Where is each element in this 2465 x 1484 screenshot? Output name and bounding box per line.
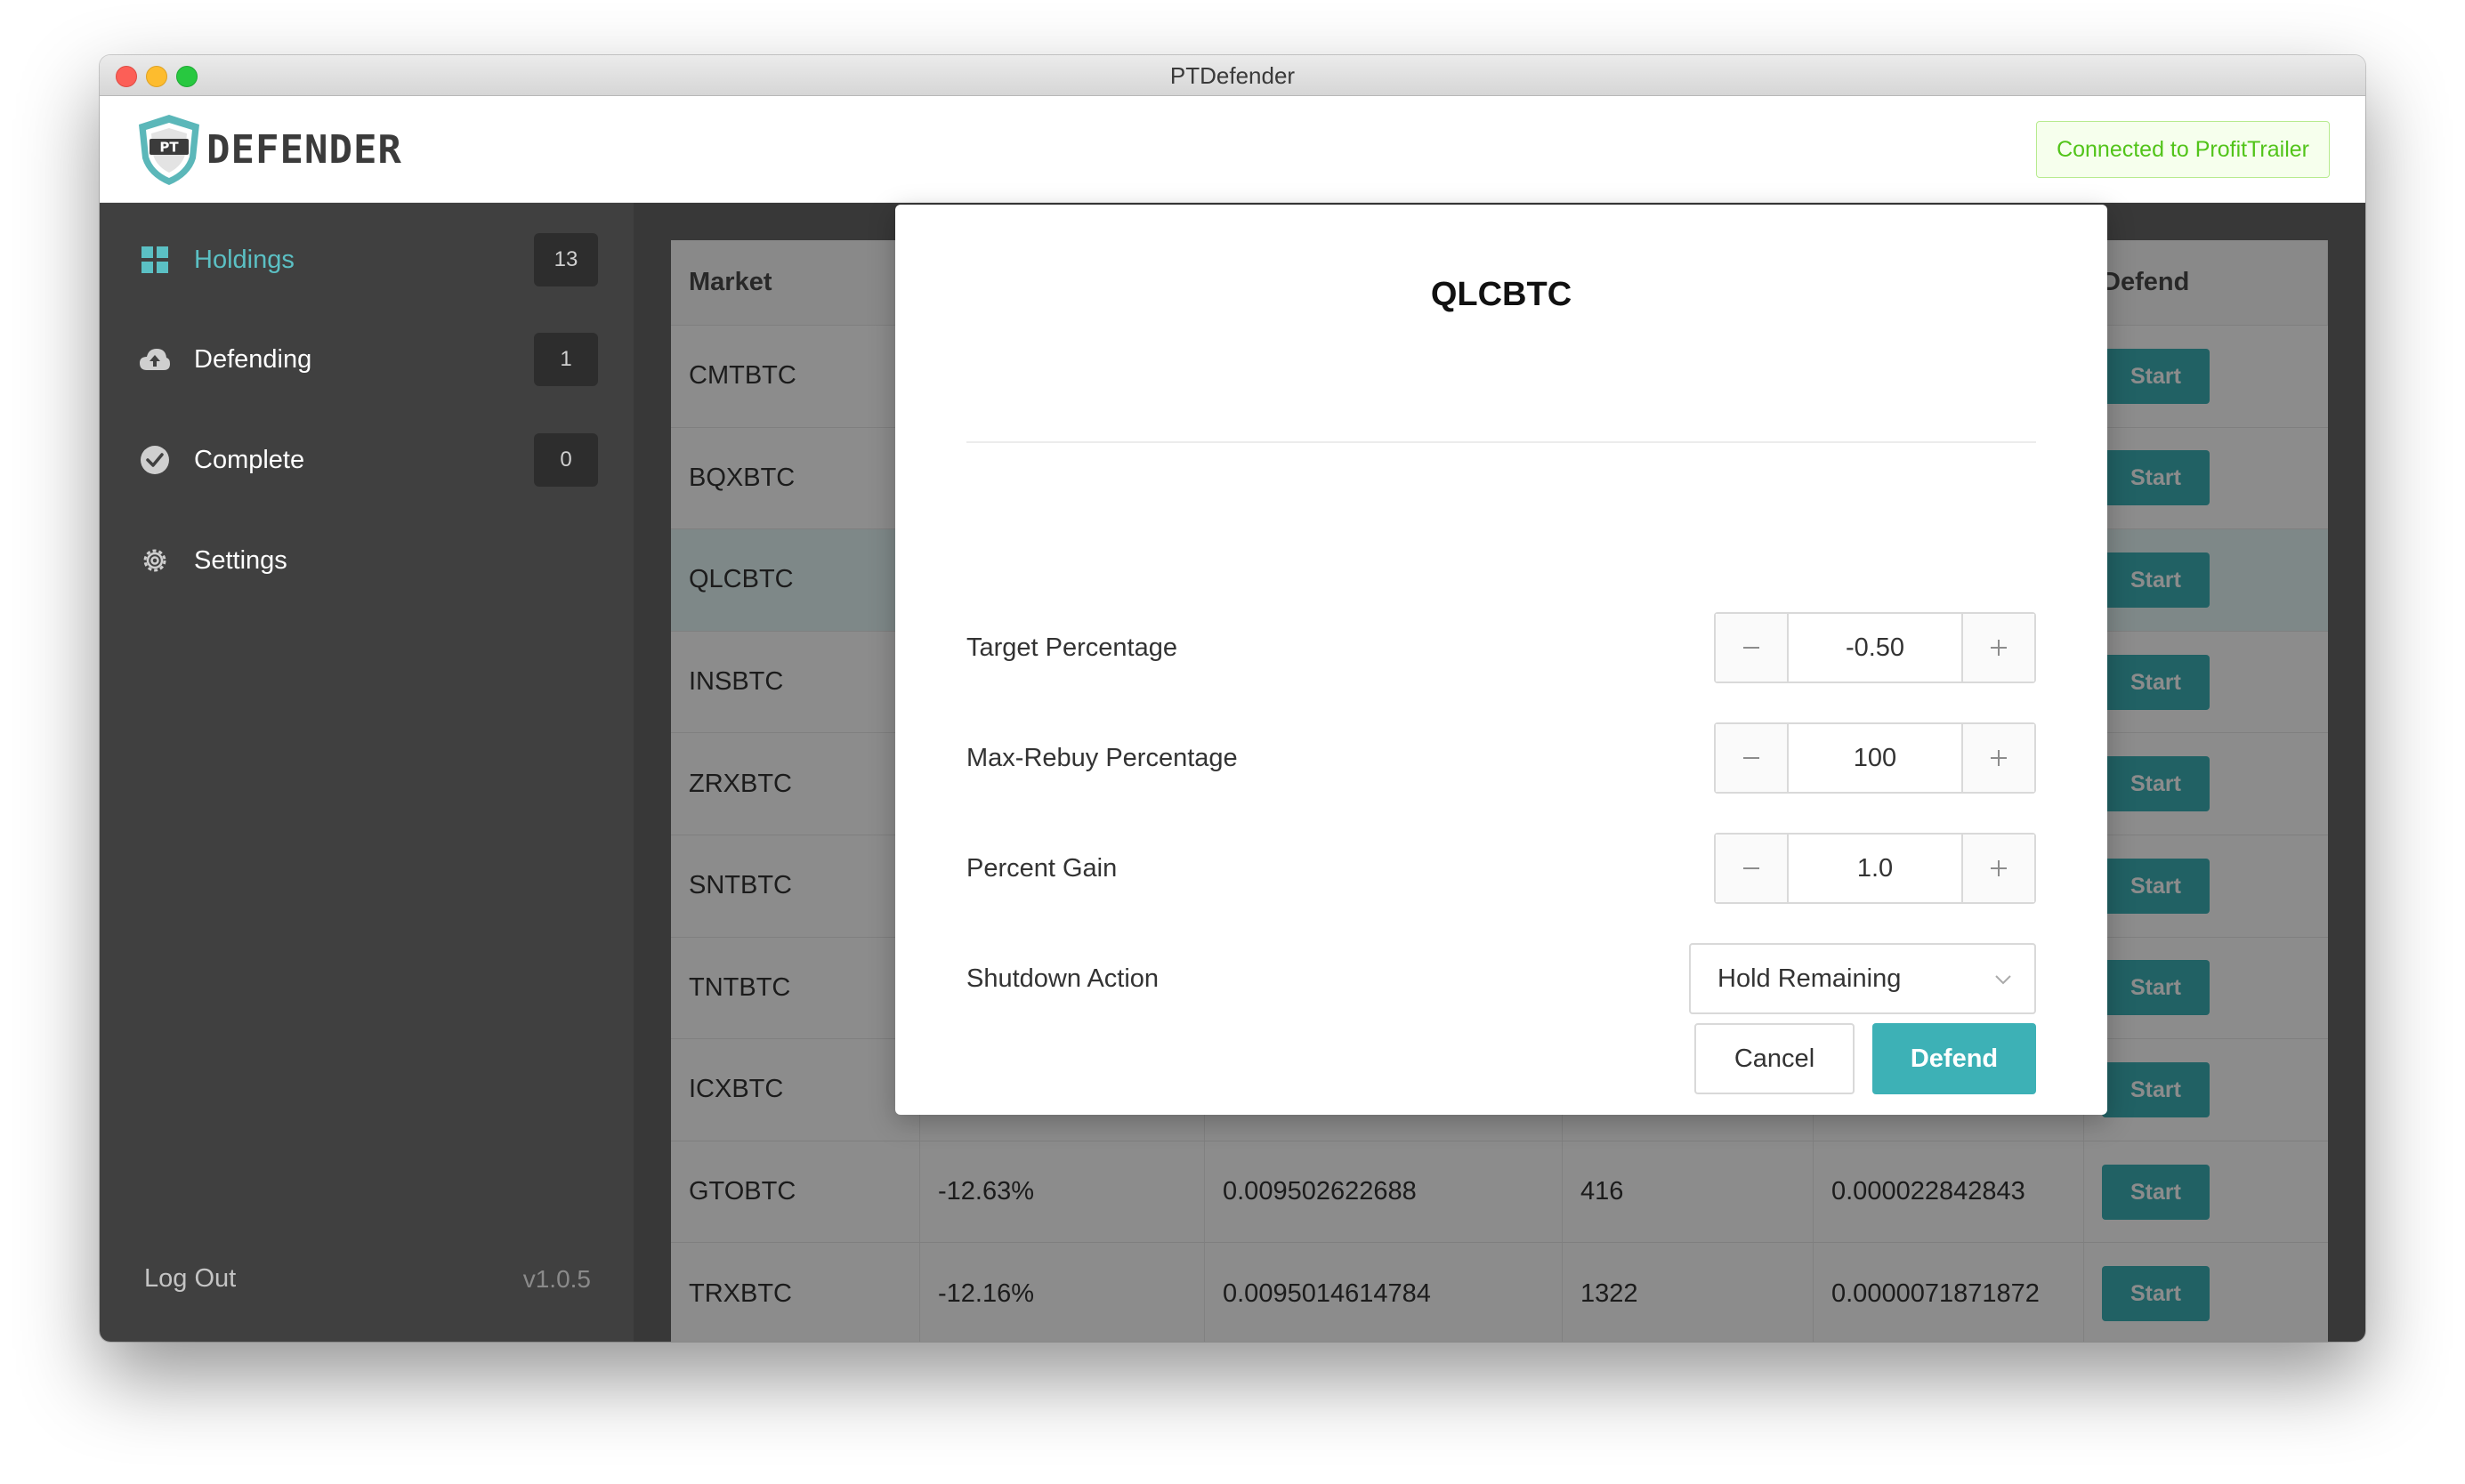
modal-divider xyxy=(966,441,2036,443)
app-logo: PT DEFENDER xyxy=(135,112,402,187)
cancel-button[interactable]: Cancel xyxy=(1694,1023,1855,1094)
increment-gain-button[interactable] xyxy=(1961,835,2034,902)
plus-icon xyxy=(1991,640,2007,656)
shutdown-action-select[interactable]: Hold Remaining xyxy=(1689,943,2036,1014)
minus-icon xyxy=(1743,867,1759,869)
target-percentage-stepper: -0.50 xyxy=(1714,612,2036,683)
shutdown-action-label: Shutdown Action xyxy=(966,964,1160,993)
holdings-count-badge: 13 xyxy=(534,233,598,286)
gear-icon xyxy=(139,544,171,577)
defending-count-badge: 1 xyxy=(534,333,598,386)
minus-icon xyxy=(1743,757,1759,759)
decrement-target-button[interactable] xyxy=(1716,614,1789,682)
max-rebuy-label: Max-Rebuy Percentage xyxy=(966,744,1238,772)
chevron-down-icon xyxy=(1995,975,2011,985)
decrement-rebuy-button[interactable] xyxy=(1716,724,1789,792)
decrement-gain-button[interactable] xyxy=(1716,835,1789,902)
complete-count-badge: 0 xyxy=(534,433,598,487)
percent-gain-stepper: 1.0 xyxy=(1714,833,2036,904)
defend-modal: QLCBTC Target Percentage -0.50 Max-Rebuy… xyxy=(895,205,2107,1115)
app-header: PT DEFENDER Connected to ProfitTrailer xyxy=(100,96,2365,203)
target-percentage-input[interactable]: -0.50 xyxy=(1789,614,1961,682)
percent-gain-label: Percent Gain xyxy=(966,854,1118,883)
minus-icon xyxy=(1743,647,1759,649)
target-percentage-row: Target Percentage -0.50 xyxy=(966,612,2036,683)
increment-target-button[interactable] xyxy=(1961,614,2034,682)
sidebar: Holdings 13 Defending 1 Complete 0 Setti… xyxy=(100,203,634,1342)
shutdown-action-row: Shutdown Action Hold Remaining xyxy=(966,943,2036,1014)
shield-logo-icon: PT xyxy=(139,115,199,185)
max-rebuy-row: Max-Rebuy Percentage 100 xyxy=(966,722,2036,794)
title-bar[interactable]: PTDefender xyxy=(100,55,2365,96)
sidebar-item-label: Settings xyxy=(194,545,287,575)
check-circle-icon xyxy=(139,444,171,476)
sidebar-item-complete[interactable]: Complete 0 xyxy=(100,424,634,496)
sidebar-item-holdings[interactable]: Holdings 13 xyxy=(100,224,634,295)
sidebar-item-settings[interactable]: Settings xyxy=(100,525,634,596)
max-rebuy-stepper: 100 xyxy=(1714,722,2036,794)
app-version: v1.0.5 xyxy=(522,1265,591,1293)
logout-link[interactable]: Log Out xyxy=(144,1264,236,1294)
sidebar-item-label: Complete xyxy=(194,445,305,474)
sidebar-item-defending[interactable]: Defending 1 xyxy=(100,324,634,395)
plus-icon xyxy=(1991,750,2007,766)
shutdown-action-value: Hold Remaining xyxy=(1717,964,1902,993)
percent-gain-row: Percent Gain 1.0 xyxy=(966,833,2036,904)
window-title: PTDefender xyxy=(1169,62,1296,89)
max-rebuy-input[interactable]: 100 xyxy=(1789,724,1961,792)
cloud-upload-icon xyxy=(139,343,171,375)
logo-text: DEFENDER xyxy=(206,126,402,173)
target-percentage-label: Target Percentage xyxy=(966,633,1177,662)
logo-badge: PT xyxy=(159,140,179,156)
app-window: PTDefender PT DEFENDER Connected to Prof… xyxy=(100,55,2365,1342)
increment-rebuy-button[interactable] xyxy=(1961,724,2034,792)
defend-button[interactable]: Defend xyxy=(1872,1023,2036,1094)
connection-status-badge: Connected to ProfitTrailer xyxy=(2036,121,2330,178)
percent-gain-input[interactable]: 1.0 xyxy=(1789,835,1961,902)
grid-icon xyxy=(139,244,171,276)
sidebar-item-label: Defending xyxy=(194,344,312,374)
plus-icon xyxy=(1991,860,2007,876)
modal-title: QLCBTC xyxy=(1430,276,1572,313)
sidebar-item-label: Holdings xyxy=(194,245,295,274)
